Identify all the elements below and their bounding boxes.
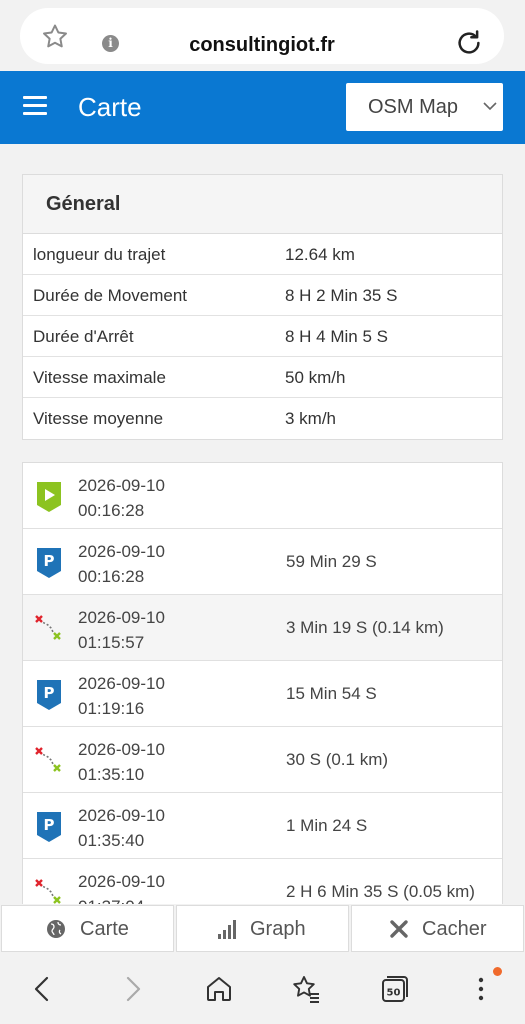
general-title: Géneral xyxy=(46,193,121,215)
stat-label: Vitesse maximale xyxy=(33,368,166,387)
parking-marker-icon: P xyxy=(37,812,61,842)
stat-value: 12.64 km xyxy=(285,245,355,264)
tab-graph[interactable]: Graph xyxy=(176,905,349,952)
app-header: Carte OSM Map xyxy=(0,71,525,144)
stat-row: Durée de Movement 8 H 2 Min 35 S xyxy=(23,275,502,316)
notification-dot xyxy=(493,967,502,976)
bottom-tab-bar: Carte Graph Cacher xyxy=(0,904,525,953)
event-time: 00:16:28 xyxy=(78,567,145,586)
event-datetime: 2026-09-10 01:19:16 xyxy=(78,671,165,721)
event-date: 2026-09-10 xyxy=(78,674,165,693)
general-summary-card: Géneral longueur du trajet 12.64 km Duré… xyxy=(22,174,503,440)
event-date: 2026-09-10 xyxy=(78,740,165,759)
svg-text:P: P xyxy=(44,816,55,834)
event-datetime: 2026-09-10 00:16:28 xyxy=(78,473,165,523)
tab-count: 50 xyxy=(387,988,401,999)
stat-label: Durée d'Arrêt xyxy=(33,327,134,346)
event-duration: 1 Min 24 S xyxy=(286,816,368,835)
event-date: 2026-09-10 xyxy=(78,542,165,561)
general-header: Géneral xyxy=(23,175,502,234)
stat-label: longueur du trajet xyxy=(33,245,166,264)
chevron-right-icon[interactable] xyxy=(117,974,147,1004)
address-bar[interactable]: i consultingiot.fr xyxy=(20,8,504,64)
event-row-parking[interactable]: P 2026-09-10 00:16:28 59 Min 29 S xyxy=(23,529,502,595)
globe-icon xyxy=(47,920,65,938)
event-date: 2026-09-10 xyxy=(78,806,165,825)
route-path-icon xyxy=(35,747,61,772)
event-time: 01:15:57 xyxy=(78,633,145,652)
more-vertical-icon[interactable] xyxy=(466,974,496,1004)
home-icon[interactable] xyxy=(204,974,234,1004)
event-datetime: 2026-09-10 01:35:40 xyxy=(78,803,165,853)
browser-nav-bar: 50 xyxy=(0,953,525,1024)
star-list-icon[interactable] xyxy=(291,974,321,1004)
event-duration: 3 Min 19 S (0.14 km) xyxy=(286,618,444,637)
route-path-icon xyxy=(35,615,61,640)
svg-text:P: P xyxy=(44,684,55,702)
map-layer-value: OSM Map xyxy=(368,96,459,118)
events-list: 2026-09-10 00:16:28 P 2026-09-10 00:16:2… xyxy=(22,462,503,904)
tab-map-label: Carte xyxy=(80,918,129,940)
stat-value: 50 km/h xyxy=(285,368,346,387)
stat-row: longueur du trajet 12.64 km xyxy=(23,234,502,275)
event-date: 2026-09-10 xyxy=(78,476,165,495)
stat-row: Durée d'Arrêt 8 H 4 Min 5 S xyxy=(23,316,502,357)
svg-text:P: P xyxy=(44,552,55,570)
event-duration: 59 Min 29 S xyxy=(286,552,377,571)
event-time: 01:37:04 xyxy=(78,894,165,904)
stat-label: Vitesse moyenne xyxy=(33,409,164,428)
parking-marker-icon: P xyxy=(37,548,61,578)
event-duration: 30 S (0.1 km) xyxy=(286,750,389,769)
event-row-trip[interactable]: 2026-09-10 01:35:10 30 S (0.1 km) xyxy=(23,727,502,793)
event-duration: 15 Min 54 S xyxy=(286,684,377,703)
event-datetime: 2026-09-10 01:37:04 xyxy=(78,869,165,904)
map-layer-select[interactable]: OSM Map xyxy=(346,83,503,131)
event-row-trip[interactable]: 2026-09-10 01:37:04 2 H 6 Min 35 S (0.05… xyxy=(23,859,502,904)
event-date: 2026-09-10 xyxy=(78,872,165,891)
stat-row: Vitesse maximale 50 km/h xyxy=(23,357,502,398)
tab-hide-label: Cacher xyxy=(422,918,487,940)
page-title: Carte xyxy=(78,92,142,122)
event-row-parking[interactable]: P 2026-09-10 01:35:40 1 Min 24 S xyxy=(23,793,502,859)
reload-icon[interactable] xyxy=(454,28,484,58)
trip-details[interactable]: Géneral longueur du trajet 12.64 km Duré… xyxy=(0,144,525,904)
tab-hide[interactable]: Cacher xyxy=(351,905,524,952)
stat-label: Durée de Movement xyxy=(33,286,188,305)
event-row-start[interactable]: 2026-09-10 00:16:28 xyxy=(23,463,502,529)
event-row-parking[interactable]: P 2026-09-10 01:19:16 15 Min 54 S xyxy=(23,661,502,727)
stat-value: 3 km/h xyxy=(285,409,337,428)
event-row-trip[interactable]: 2026-09-10 01:15:57 3 Min 19 S (0.14 km) xyxy=(23,595,502,661)
event-time: 00:16:28 xyxy=(78,501,145,520)
play-marker-icon xyxy=(37,482,61,512)
event-datetime: 2026-09-10 00:16:28 xyxy=(78,539,165,589)
info-icon[interactable]: i xyxy=(102,35,119,52)
event-time: 01:19:16 xyxy=(78,699,145,718)
close-x-icon xyxy=(390,920,408,938)
event-date: 2026-09-10 xyxy=(78,608,165,627)
parking-marker-icon: P xyxy=(37,680,61,710)
chevron-left-icon[interactable] xyxy=(28,974,58,1004)
tabs-counter-icon[interactable]: 50 xyxy=(379,974,409,1004)
event-time: 01:35:40 xyxy=(78,831,145,850)
event-time: 01:35:10 xyxy=(78,765,145,784)
signal-bars-icon xyxy=(218,920,236,939)
event-duration: 2 H 6 Min 35 S (0.05 km) xyxy=(286,882,475,901)
star-outline-icon[interactable] xyxy=(40,22,70,52)
browser-toolbar: i consultingiot.fr xyxy=(0,0,525,71)
tab-map[interactable]: Carte xyxy=(1,905,174,952)
hamburger-menu-icon[interactable] xyxy=(23,96,47,116)
route-path-icon xyxy=(35,879,61,904)
tab-graph-label: Graph xyxy=(250,918,306,940)
stat-row: Vitesse moyenne 3 km/h xyxy=(23,398,502,439)
event-datetime: 2026-09-10 01:35:10 xyxy=(78,737,165,787)
stat-value: 8 H 4 Min 5 S xyxy=(285,327,388,346)
url-text[interactable]: consultingiot.fr xyxy=(130,8,394,64)
stat-value: 8 H 2 Min 35 S xyxy=(285,286,398,305)
chevron-down-icon xyxy=(483,102,497,111)
event-datetime: 2026-09-10 01:15:57 xyxy=(78,605,165,655)
